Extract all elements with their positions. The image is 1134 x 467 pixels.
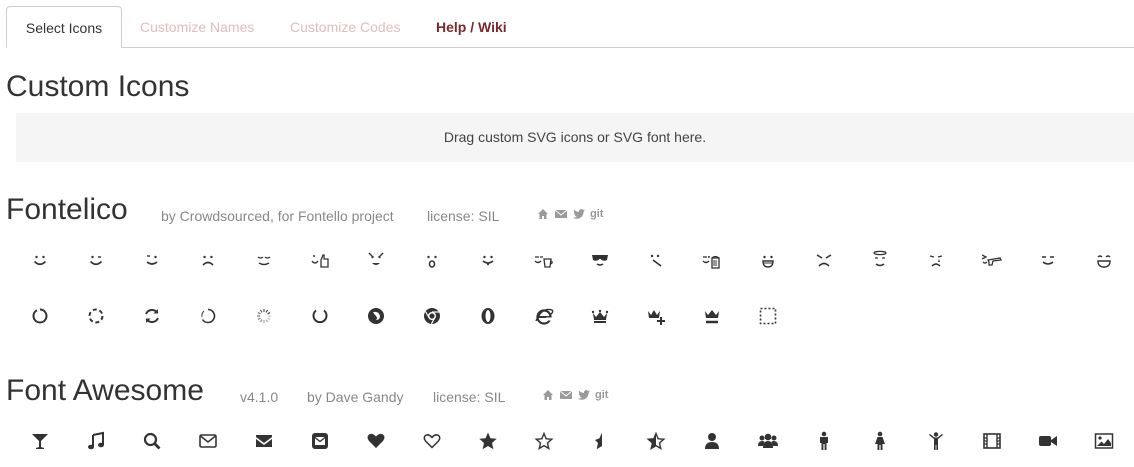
twitter-icon[interactable] <box>577 389 590 401</box>
star-icon[interactable] <box>475 428 501 454</box>
videocam-icon[interactable] <box>1035 428 1061 454</box>
fontawesome-author: by Dave Gandy <box>307 389 404 405</box>
crown-plus-icon[interactable] <box>643 303 669 329</box>
git-link[interactable]: git <box>590 208 603 220</box>
user-icon[interactable] <box>699 428 725 454</box>
star-half-alt-icon[interactable] <box>643 428 669 454</box>
emo-saint-icon[interactable] <box>867 247 893 273</box>
heart-empty-icon[interactable] <box>419 428 445 454</box>
female-icon[interactable] <box>867 428 893 454</box>
mail-icon[interactable] <box>554 208 567 220</box>
emo-happy-icon[interactable] <box>27 247 53 273</box>
emo-squint-icon[interactable] <box>1035 247 1061 273</box>
tab-customize-codes[interactable]: Customize Codes <box>290 6 401 48</box>
emo-thumbsup-icon[interactable] <box>307 247 333 273</box>
spin5-icon[interactable] <box>251 303 277 329</box>
heart-icon[interactable] <box>363 428 389 454</box>
fontelico-license[interactable]: license: SIL <box>427 208 499 224</box>
emo-sleep-icon[interactable] <box>251 247 277 273</box>
emo-devil-icon[interactable] <box>363 247 389 273</box>
custom-icons-dropzone[interactable]: Drag custom SVG icons or SVG font here. <box>16 113 1134 162</box>
emo-beer-icon[interactable] <box>699 247 725 273</box>
emo-unhappy-icon[interactable] <box>195 247 221 273</box>
tab-select-icons[interactable]: Select Icons <box>6 6 122 48</box>
video-icon[interactable] <box>979 428 1005 454</box>
emo-wink-icon[interactable] <box>83 247 109 273</box>
fontawesome-links: git <box>541 389 608 401</box>
star-empty-icon[interactable] <box>531 428 557 454</box>
mail-alt-icon[interactable] <box>251 428 277 454</box>
fontelico-author: by Crowdsourced, for Fontello project <box>161 208 394 224</box>
child-icon[interactable] <box>923 428 949 454</box>
fontelico-links: git <box>536 208 603 220</box>
twitter-icon[interactable] <box>572 208 585 220</box>
home-icon[interactable] <box>541 389 554 401</box>
tab-customize-names[interactable]: Customize Names <box>140 6 254 48</box>
emo-laugh-icon[interactable] <box>1091 247 1117 273</box>
crown-minus-icon[interactable] <box>699 303 725 329</box>
mail-squared-icon[interactable] <box>307 428 333 454</box>
crown-icon[interactable] <box>587 303 613 329</box>
fontawesome-version: v4.1.0 <box>240 389 279 405</box>
search-icon[interactable] <box>139 428 165 454</box>
male-icon[interactable] <box>811 428 837 454</box>
emo-sunglasses-icon[interactable] <box>587 247 613 273</box>
emo-angry-icon[interactable] <box>811 247 837 273</box>
chrome-icon[interactable] <box>419 303 445 329</box>
music-icon[interactable] <box>83 428 109 454</box>
emo-surprised-icon[interactable] <box>419 247 445 273</box>
marquee-icon[interactable] <box>755 303 781 329</box>
fontawesome-title: Font Awesome <box>6 374 204 407</box>
fontelico-title: Fontelico <box>6 193 128 226</box>
tab-help-wiki[interactable]: Help / Wiki <box>436 6 507 48</box>
home-icon[interactable] <box>536 208 549 220</box>
mail-icon[interactable] <box>559 389 572 401</box>
git-link[interactable]: git <box>595 389 608 401</box>
spin4-icon[interactable] <box>195 303 221 329</box>
emo-grin-icon[interactable] <box>755 247 781 273</box>
fontawesome-license[interactable]: license: SIL <box>433 389 505 405</box>
tab-bar: Select Icons Customize Names Customize C… <box>0 0 1134 48</box>
opera-icon[interactable] <box>475 303 501 329</box>
star-half-icon[interactable] <box>587 428 613 454</box>
emo-displeased-icon[interactable] <box>643 247 669 273</box>
emo-wink2-icon[interactable] <box>139 247 165 273</box>
ie-icon[interactable] <box>531 303 557 329</box>
spin2-icon[interactable] <box>83 303 109 329</box>
emo-shoot-icon[interactable] <box>979 247 1005 273</box>
custom-icons-title: Custom Icons <box>6 70 190 103</box>
mail-icon[interactable] <box>195 428 221 454</box>
spin3-icon[interactable] <box>139 303 165 329</box>
glass-icon[interactable] <box>27 428 53 454</box>
picture-icon[interactable] <box>1091 428 1117 454</box>
emo-cry-icon[interactable] <box>923 247 949 273</box>
spin6-icon[interactable] <box>307 303 333 329</box>
spin1-icon[interactable] <box>27 303 53 329</box>
firefox-icon[interactable] <box>363 303 389 329</box>
emo-tongue-icon[interactable] <box>475 247 501 273</box>
emo-coffee-icon[interactable] <box>531 247 557 273</box>
users-icon[interactable] <box>755 428 781 454</box>
